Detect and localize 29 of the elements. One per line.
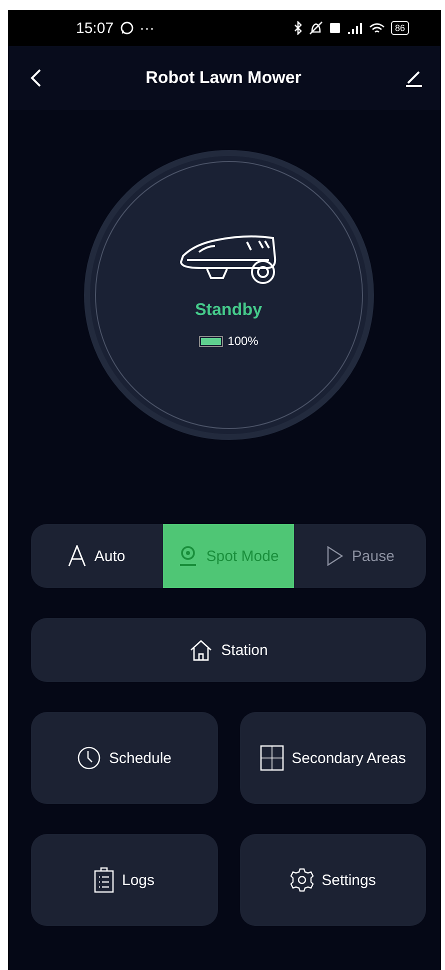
home-icon xyxy=(189,639,214,661)
menu-tile[interactable]: Secondary Areas xyxy=(240,712,426,804)
letter-a-icon xyxy=(68,545,86,567)
clipboard-icon xyxy=(94,867,114,893)
status-time: 15:07 xyxy=(76,20,114,36)
more-notifications: ··· xyxy=(140,20,155,36)
mode-tab[interactable]: Pause xyxy=(294,524,426,588)
battery-indicator: 86 xyxy=(390,21,409,35)
chat-icon xyxy=(120,21,134,35)
battery-percent: 100% xyxy=(228,334,258,348)
station-button[interactable]: Station xyxy=(31,618,426,682)
page-title: Robot Lawn Mower xyxy=(146,68,302,88)
edit-icon[interactable] xyxy=(404,69,423,87)
settings-icon xyxy=(290,868,314,892)
menu-tile[interactable]: Schedule xyxy=(31,712,218,804)
mower-status: Standby xyxy=(194,300,262,320)
mower-battery-icon xyxy=(198,336,223,346)
grid-icon xyxy=(260,745,284,771)
menu-tile[interactable]: Settings xyxy=(240,834,426,926)
back-icon[interactable] xyxy=(30,68,42,88)
signal-icon xyxy=(346,22,363,34)
clock-icon xyxy=(76,746,101,770)
wifi-icon xyxy=(368,22,385,34)
play-icon xyxy=(326,546,344,566)
menu-tile[interactable]: Logs xyxy=(31,834,218,926)
location-pin-icon xyxy=(178,545,198,567)
mode-tab[interactable]: Auto xyxy=(31,524,163,588)
muted-icon xyxy=(308,21,323,35)
bluetooth-icon xyxy=(294,21,303,35)
